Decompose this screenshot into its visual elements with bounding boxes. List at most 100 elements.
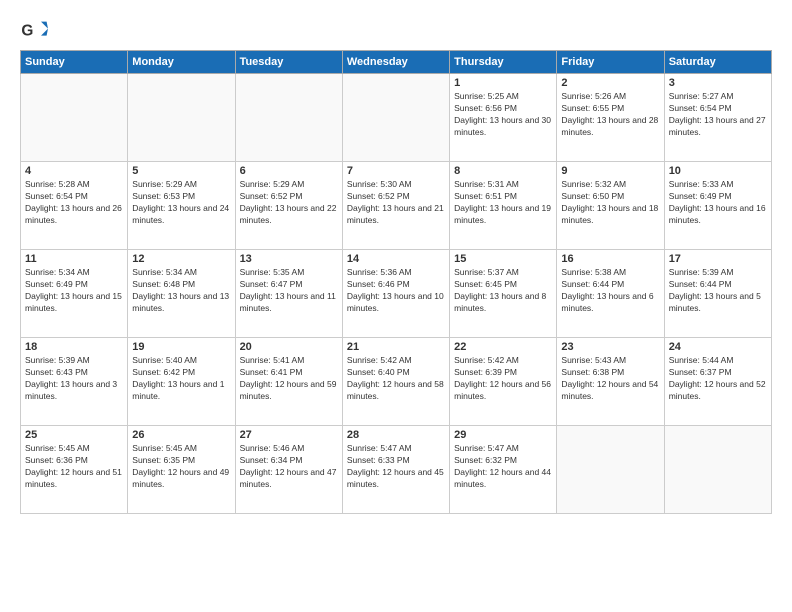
- table-row: [342, 74, 449, 162]
- day-number: 27: [240, 429, 338, 441]
- day-number: 20: [240, 341, 338, 353]
- day-detail: Sunrise: 5:44 AMSunset: 6:37 PMDaylight:…: [669, 355, 767, 403]
- day-detail: Sunrise: 5:29 AMSunset: 6:52 PMDaylight:…: [240, 179, 338, 227]
- logo-icon: G: [20, 16, 48, 44]
- day-detail: Sunrise: 5:45 AMSunset: 6:36 PMDaylight:…: [25, 443, 123, 491]
- day-detail: Sunrise: 5:28 AMSunset: 6:54 PMDaylight:…: [25, 179, 123, 227]
- table-row: 24 Sunrise: 5:44 AMSunset: 6:37 PMDayligh…: [664, 338, 771, 426]
- day-detail: Sunrise: 5:41 AMSunset: 6:41 PMDaylight:…: [240, 355, 338, 403]
- table-row: 23 Sunrise: 5:43 AMSunset: 6:38 PMDayligh…: [557, 338, 664, 426]
- table-row: [664, 426, 771, 514]
- day-number: 12: [132, 253, 230, 265]
- table-row: 28 Sunrise: 5:47 AMSunset: 6:33 PMDayligh…: [342, 426, 449, 514]
- header: G: [20, 16, 772, 44]
- day-detail: Sunrise: 5:38 AMSunset: 6:44 PMDaylight:…: [561, 267, 659, 315]
- svg-text:G: G: [21, 23, 33, 40]
- day-detail: Sunrise: 5:26 AMSunset: 6:55 PMDaylight:…: [561, 91, 659, 139]
- header-tuesday: Tuesday: [235, 51, 342, 74]
- table-row: [21, 74, 128, 162]
- table-row: [557, 426, 664, 514]
- day-detail: Sunrise: 5:33 AMSunset: 6:49 PMDaylight:…: [669, 179, 767, 227]
- day-number: 28: [347, 429, 445, 441]
- day-number: 24: [669, 341, 767, 353]
- table-row: 20 Sunrise: 5:41 AMSunset: 6:41 PMDayligh…: [235, 338, 342, 426]
- table-row: 16 Sunrise: 5:38 AMSunset: 6:44 PMDayligh…: [557, 250, 664, 338]
- table-row: 21Sunrise: 5:42 AMSunset: 6:40 PMDayligh…: [342, 338, 449, 426]
- calendar-week-row: 25 Sunrise: 5:45 AMSunset: 6:36 PMDayligh…: [21, 426, 772, 514]
- table-row: 7 Sunrise: 5:30 AMSunset: 6:52 PMDaylight…: [342, 162, 449, 250]
- day-detail: Sunrise: 5:42 AMSunset: 6:39 PMDaylight:…: [454, 355, 552, 403]
- day-number: 4: [25, 165, 123, 177]
- day-number: 2: [561, 77, 659, 89]
- day-detail: Sunrise: 5:39 AMSunset: 6:44 PMDaylight:…: [669, 267, 767, 315]
- weekday-header-row: Sunday Monday Tuesday Wednesday Thursday…: [21, 51, 772, 74]
- header-wednesday: Wednesday: [342, 51, 449, 74]
- day-number: 11: [25, 253, 123, 265]
- table-row: [235, 74, 342, 162]
- logo: G: [20, 16, 52, 44]
- calendar: Sunday Monday Tuesday Wednesday Thursday…: [20, 50, 772, 514]
- day-detail: Sunrise: 5:30 AMSunset: 6:52 PMDaylight:…: [347, 179, 445, 227]
- day-detail: Sunrise: 5:37 AMSunset: 6:45 PMDaylight:…: [454, 267, 552, 315]
- day-detail: Sunrise: 5:46 AMSunset: 6:34 PMDaylight:…: [240, 443, 338, 491]
- day-detail: Sunrise: 5:32 AMSunset: 6:50 PMDaylight:…: [561, 179, 659, 227]
- day-number: 1: [454, 77, 552, 89]
- day-detail: Sunrise: 5:47 AMSunset: 6:32 PMDaylight:…: [454, 443, 552, 491]
- day-number: 18: [25, 341, 123, 353]
- calendar-week-row: 11 Sunrise: 5:34 AMSunset: 6:49 PMDayligh…: [21, 250, 772, 338]
- header-thursday: Thursday: [450, 51, 557, 74]
- header-monday: Monday: [128, 51, 235, 74]
- table-row: 4 Sunrise: 5:28 AMSunset: 6:54 PMDaylight…: [21, 162, 128, 250]
- day-detail: Sunrise: 5:43 AMSunset: 6:38 PMDaylight:…: [561, 355, 659, 403]
- table-row: 29 Sunrise: 5:47 AMSunset: 6:32 PMDayligh…: [450, 426, 557, 514]
- day-number: 26: [132, 429, 230, 441]
- table-row: 22 Sunrise: 5:42 AMSunset: 6:39 PMDayligh…: [450, 338, 557, 426]
- day-detail: Sunrise: 5:27 AMSunset: 6:54 PMDaylight:…: [669, 91, 767, 139]
- table-row: 11 Sunrise: 5:34 AMSunset: 6:49 PMDayligh…: [21, 250, 128, 338]
- calendar-week-row: 4 Sunrise: 5:28 AMSunset: 6:54 PMDaylight…: [21, 162, 772, 250]
- day-number: 15: [454, 253, 552, 265]
- table-row: 14 Sunrise: 5:36 AMSunset: 6:46 PMDayligh…: [342, 250, 449, 338]
- day-number: 6: [240, 165, 338, 177]
- table-row: 15 Sunrise: 5:37 AMSunset: 6:45 PMDayligh…: [450, 250, 557, 338]
- table-row: 2 Sunrise: 5:26 AMSunset: 6:55 PMDaylight…: [557, 74, 664, 162]
- table-row: 25 Sunrise: 5:45 AMSunset: 6:36 PMDayligh…: [21, 426, 128, 514]
- table-row: 9 Sunrise: 5:32 AMSunset: 6:50 PMDaylight…: [557, 162, 664, 250]
- header-friday: Friday: [557, 51, 664, 74]
- page: G Sunday Monday Tuesday Wednesday Thursd…: [0, 0, 792, 524]
- day-number: 29: [454, 429, 552, 441]
- day-detail: Sunrise: 5:45 AMSunset: 6:35 PMDaylight:…: [132, 443, 230, 491]
- table-row: 17 Sunrise: 5:39 AMSunset: 6:44 PMDayligh…: [664, 250, 771, 338]
- table-row: 1Sunrise: 5:25 AMSunset: 6:56 PMDaylight…: [450, 74, 557, 162]
- day-detail: Sunrise: 5:40 AMSunset: 6:42 PMDaylight:…: [132, 355, 230, 403]
- day-number: 9: [561, 165, 659, 177]
- table-row: [128, 74, 235, 162]
- day-number: 16: [561, 253, 659, 265]
- header-saturday: Saturday: [664, 51, 771, 74]
- table-row: 18Sunrise: 5:39 AMSunset: 6:43 PMDayligh…: [21, 338, 128, 426]
- day-number: 14: [347, 253, 445, 265]
- day-detail: Sunrise: 5:36 AMSunset: 6:46 PMDaylight:…: [347, 267, 445, 315]
- table-row: 19Sunrise: 5:40 AMSunset: 6:42 PMDayligh…: [128, 338, 235, 426]
- day-detail: Sunrise: 5:42 AMSunset: 6:40 PMDaylight:…: [347, 355, 445, 403]
- table-row: 12 Sunrise: 5:34 AMSunset: 6:48 PMDayligh…: [128, 250, 235, 338]
- day-detail: Sunrise: 5:47 AMSunset: 6:33 PMDaylight:…: [347, 443, 445, 491]
- table-row: 8Sunrise: 5:31 AMSunset: 6:51 PMDaylight…: [450, 162, 557, 250]
- table-row: 26 Sunrise: 5:45 AMSunset: 6:35 PMDayligh…: [128, 426, 235, 514]
- table-row: 13Sunrise: 5:35 AMSunset: 6:47 PMDayligh…: [235, 250, 342, 338]
- table-row: 10 Sunrise: 5:33 AMSunset: 6:49 PMDayligh…: [664, 162, 771, 250]
- day-detail: Sunrise: 5:31 AMSunset: 6:51 PMDaylight:…: [454, 179, 552, 227]
- day-number: 10: [669, 165, 767, 177]
- day-detail: Sunrise: 5:35 AMSunset: 6:47 PMDaylight:…: [240, 267, 338, 315]
- day-detail: Sunrise: 5:34 AMSunset: 6:48 PMDaylight:…: [132, 267, 230, 315]
- day-number: 25: [25, 429, 123, 441]
- table-row: 5Sunrise: 5:29 AMSunset: 6:53 PMDaylight…: [128, 162, 235, 250]
- day-number: 7: [347, 165, 445, 177]
- table-row: 6 Sunrise: 5:29 AMSunset: 6:52 PMDaylight…: [235, 162, 342, 250]
- day-number: 22: [454, 341, 552, 353]
- day-detail: Sunrise: 5:29 AMSunset: 6:53 PMDaylight:…: [132, 179, 230, 227]
- calendar-week-row: 1Sunrise: 5:25 AMSunset: 6:56 PMDaylight…: [21, 74, 772, 162]
- day-number: 17: [669, 253, 767, 265]
- day-number: 23: [561, 341, 659, 353]
- day-detail: Sunrise: 5:34 AMSunset: 6:49 PMDaylight:…: [25, 267, 123, 315]
